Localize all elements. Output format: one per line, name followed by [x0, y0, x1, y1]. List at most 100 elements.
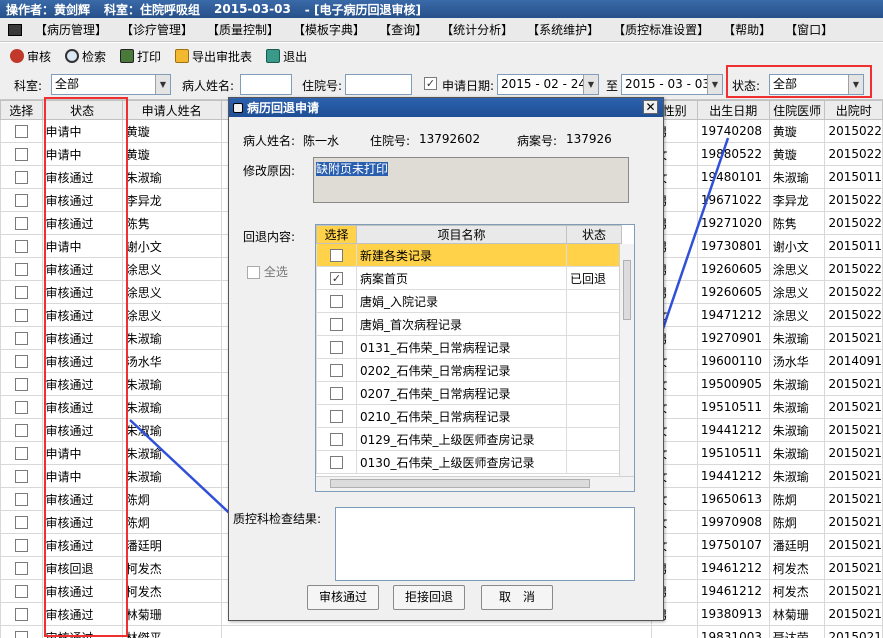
- chevron-down-icon[interactable]: ▼: [583, 75, 598, 94]
- row-select-checkbox[interactable]: [0, 165, 43, 189]
- checkbox[interactable]: [14, 539, 28, 552]
- col-discharge[interactable]: 出院时: [824, 100, 883, 120]
- date-filter-checkbox[interactable]: ✓: [424, 77, 437, 90]
- menu-quality-control[interactable]: 【质量控制】: [200, 18, 286, 41]
- row-select-checkbox[interactable]: [0, 303, 43, 327]
- checkbox[interactable]: [14, 608, 28, 621]
- dept-select[interactable]: 全部 ▼: [51, 74, 171, 95]
- cancel-button[interactable]: 取 消: [481, 585, 553, 610]
- item-select-cell[interactable]: [316, 312, 357, 336]
- checkbox[interactable]: [14, 470, 28, 483]
- row-select-checkbox[interactable]: [0, 211, 43, 235]
- app-menu-icon[interactable]: [8, 23, 22, 36]
- audit-button[interactable]: 审核: [4, 45, 57, 67]
- rollback-item-row[interactable]: 0129_石伟荣_上级医师查房记录: [316, 427, 622, 451]
- item-checkbox[interactable]: [330, 387, 343, 400]
- reject-rollback-button[interactable]: 拒接回退: [393, 585, 465, 610]
- row-select-checkbox[interactable]: [0, 464, 43, 488]
- exit-button[interactable]: 退出: [260, 45, 313, 67]
- item-checkbox[interactable]: [330, 433, 343, 446]
- items-col-select[interactable]: 选择: [316, 225, 357, 244]
- items-vertical-scrollbar[interactable]: [619, 244, 634, 477]
- rollback-item-row[interactable]: ✓ 病案首页 已回退: [316, 266, 622, 290]
- row-select-checkbox[interactable]: [0, 119, 43, 143]
- checkbox[interactable]: [14, 194, 28, 207]
- menu-help[interactable]: 【帮助】: [716, 18, 778, 41]
- checkbox[interactable]: [14, 263, 28, 276]
- checkbox[interactable]: [14, 125, 28, 138]
- rollback-item-row[interactable]: 0207_石伟荣_日常病程记录: [316, 381, 622, 405]
- checkbox[interactable]: [14, 585, 28, 598]
- item-checkbox[interactable]: ✓: [330, 272, 343, 285]
- item-select-cell[interactable]: [316, 289, 357, 313]
- row-select-checkbox[interactable]: [0, 625, 43, 638]
- item-checkbox[interactable]: [330, 318, 343, 331]
- checkbox[interactable]: [14, 309, 28, 322]
- row-select-checkbox[interactable]: [0, 418, 43, 442]
- chevron-down-icon[interactable]: ▼: [155, 75, 170, 94]
- col-doctor[interactable]: 住院医师: [768, 100, 826, 120]
- item-select-cell[interactable]: [316, 358, 357, 382]
- row-select-checkbox[interactable]: [0, 142, 43, 166]
- checkbox[interactable]: [14, 240, 28, 253]
- item-select-cell[interactable]: [316, 381, 357, 405]
- rollback-item-row[interactable]: 0130_石伟荣_上级医师查房记录: [316, 450, 622, 474]
- item-checkbox[interactable]: [330, 364, 343, 377]
- col-select[interactable]: 选择: [0, 100, 43, 120]
- chevron-down-icon[interactable]: ▼: [848, 75, 863, 94]
- checkbox[interactable]: [14, 631, 28, 638]
- menu-record-management[interactable]: 【病历管理】: [28, 18, 114, 41]
- table-row[interactable]: 审核通过 林傑平 19831003 聂达荣 2015021: [0, 625, 883, 638]
- rollback-item-row[interactable]: 新建各类记录: [316, 243, 622, 267]
- item-checkbox[interactable]: [330, 410, 343, 423]
- row-select-checkbox[interactable]: [0, 372, 43, 396]
- rollback-item-row[interactable]: 0210_石伟荣_日常病程记录: [316, 404, 622, 428]
- menu-window[interactable]: 【窗口】: [778, 18, 840, 41]
- item-checkbox[interactable]: [330, 456, 343, 469]
- row-select-checkbox[interactable]: [0, 257, 43, 281]
- item-checkbox[interactable]: [330, 249, 343, 262]
- status-select[interactable]: 全部 ▼: [769, 74, 864, 95]
- items-col-name[interactable]: 项目名称: [356, 225, 567, 244]
- checkbox[interactable]: [14, 332, 28, 345]
- col-applicant[interactable]: 申请人姓名: [121, 100, 222, 120]
- item-select-cell[interactable]: [316, 404, 357, 428]
- checkbox[interactable]: [14, 355, 28, 368]
- chevron-down-icon[interactable]: ▼: [707, 75, 722, 94]
- patient-name-input[interactable]: [240, 74, 292, 95]
- items-col-status[interactable]: 状态: [566, 225, 622, 244]
- checkbox[interactable]: [14, 217, 28, 230]
- checkbox[interactable]: [14, 401, 28, 414]
- item-select-cell[interactable]: [316, 243, 357, 267]
- rollback-item-row[interactable]: 唐娟_入院记录: [316, 289, 622, 313]
- checkbox[interactable]: [14, 424, 28, 437]
- checkbox[interactable]: [14, 493, 28, 506]
- row-select-checkbox[interactable]: [0, 556, 43, 580]
- checkbox[interactable]: [14, 171, 28, 184]
- print-button[interactable]: 打印: [114, 45, 167, 67]
- row-select-checkbox[interactable]: [0, 487, 43, 511]
- item-select-cell[interactable]: [316, 335, 357, 359]
- result-textarea[interactable]: [335, 507, 635, 581]
- menu-query[interactable]: 【查询】: [372, 18, 434, 41]
- col-dob[interactable]: 出生日期: [696, 100, 770, 120]
- row-select-checkbox[interactable]: [0, 441, 43, 465]
- row-select-checkbox[interactable]: [0, 510, 43, 534]
- menu-statistics[interactable]: 【统计分析】: [434, 18, 520, 41]
- row-select-checkbox[interactable]: [0, 280, 43, 304]
- row-select-checkbox[interactable]: [0, 234, 43, 258]
- checkbox[interactable]: [14, 516, 28, 529]
- item-select-cell[interactable]: [316, 450, 357, 474]
- export-approval-button[interactable]: 导出审批表: [169, 45, 258, 67]
- approve-button[interactable]: 审核通过: [307, 585, 379, 610]
- item-select-cell[interactable]: [316, 427, 357, 451]
- reason-textarea[interactable]: 缺附页未打印: [313, 157, 629, 203]
- row-select-checkbox[interactable]: [0, 188, 43, 212]
- col-status[interactable]: 状态: [41, 100, 123, 120]
- item-select-cell[interactable]: ✓: [316, 266, 357, 290]
- checkbox[interactable]: [14, 378, 28, 391]
- date-to-picker[interactable]: 2015 - 03 - 03 ▼: [621, 74, 723, 95]
- rollback-item-row[interactable]: 0202_石伟荣_日常病程记录: [316, 358, 622, 382]
- item-checkbox[interactable]: [330, 295, 343, 308]
- item-checkbox[interactable]: [330, 341, 343, 354]
